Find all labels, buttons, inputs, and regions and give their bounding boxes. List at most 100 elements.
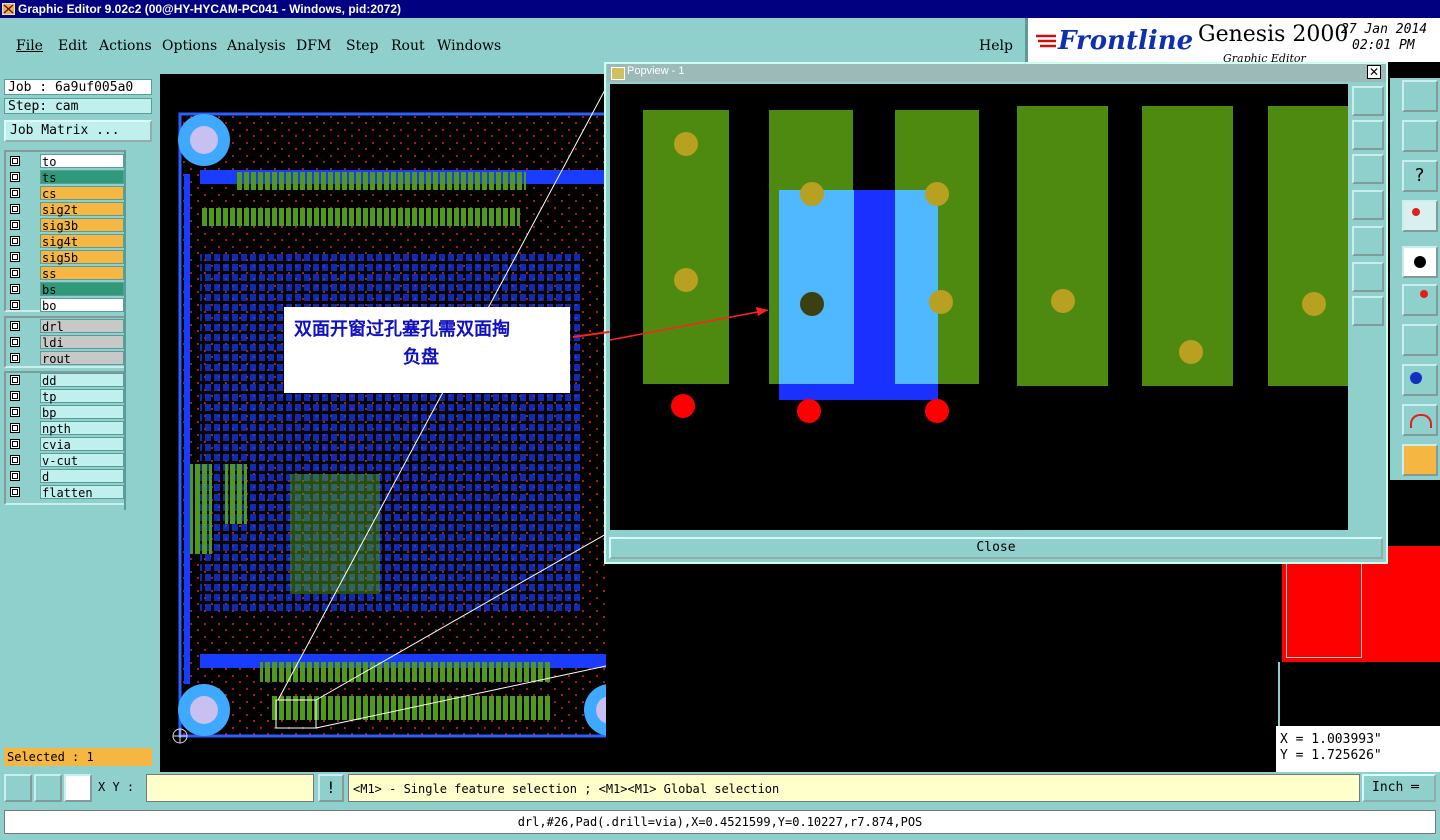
layer-row-sig5b[interactable]: sig5b	[8, 250, 124, 265]
layer-checkbox[interactable]	[10, 353, 20, 363]
popview-pan-right-icon[interactable]	[1352, 226, 1384, 256]
layer-checkbox[interactable]	[10, 172, 20, 182]
layer-checkbox[interactable]	[10, 188, 20, 198]
tool-select-icon[interactable]	[1402, 444, 1438, 476]
layer-checkbox[interactable]	[10, 220, 20, 230]
layer-row-cs[interactable]: cs	[8, 186, 124, 201]
annotation-box: 双面开窗过孔塞孔需双面掏 负盘	[284, 307, 570, 393]
layer-name: rout	[40, 351, 124, 366]
layer-checkbox[interactable]	[10, 423, 20, 433]
menu-analysis[interactable]: Analysis	[227, 38, 286, 54]
layer-row-sig2t[interactable]: sig2t	[8, 202, 124, 217]
layer-row-sig4t[interactable]: sig4t	[8, 234, 124, 249]
menu-rout[interactable]: Rout	[391, 38, 425, 54]
layer-row-tp[interactable]: tp	[8, 389, 124, 404]
tool-query-icon[interactable]: ?	[1402, 160, 1438, 192]
zoom-window-icon[interactable]	[4, 774, 32, 802]
tool-move-icon[interactable]	[1402, 284, 1438, 316]
layer-checkbox[interactable]	[10, 252, 20, 262]
layer-name: ss	[40, 266, 124, 281]
menu-edit[interactable]: Edit	[58, 38, 87, 54]
layer-checkbox[interactable]	[10, 300, 20, 310]
popview-title-bar: Popview - 1 ✕	[607, 64, 1386, 82]
layer-row-sig3b[interactable]: sig3b	[8, 218, 124, 233]
tool-shapes-icon[interactable]	[1402, 364, 1438, 396]
layer-name: sig5b	[40, 250, 124, 265]
tool-measure-icon[interactable]	[1402, 200, 1438, 232]
layer-row-to[interactable]: to	[8, 154, 124, 169]
tool-snap-icon[interactable]	[1402, 120, 1438, 152]
popview-pan-up-icon[interactable]	[1352, 120, 1384, 150]
layer-name: tp	[40, 389, 124, 404]
coord-y: Y = 1.725626"	[1280, 748, 1382, 763]
layer-checkbox[interactable]	[10, 487, 20, 497]
layer-row-ts[interactable]: ts	[8, 170, 124, 185]
menu-actions[interactable]: Actions	[99, 38, 152, 54]
layer-scrollbar[interactable]	[124, 150, 156, 510]
popview-zoom-in-icon[interactable]	[1352, 86, 1384, 116]
tool-fit-window-icon[interactable]	[1402, 80, 1438, 112]
layer-row-npth[interactable]: npth	[8, 421, 124, 436]
coordinate-readout: X = 1.003993" Y = 1.725626"	[1276, 726, 1440, 772]
layer-checkbox[interactable]	[10, 156, 20, 166]
layer-checkbox[interactable]	[10, 321, 20, 331]
menu-step[interactable]: Step	[346, 38, 378, 54]
graphic-canvas[interactable]	[160, 74, 640, 772]
layer-row-bp[interactable]: bp	[8, 405, 124, 420]
popview-canvas[interactable]	[609, 84, 1348, 530]
measure-icon[interactable]	[34, 774, 62, 802]
layer-checkbox[interactable]	[10, 268, 20, 278]
menu-options[interactable]: Options	[162, 38, 217, 54]
layer-row-bo[interactable]: bo	[8, 298, 124, 313]
popview-app-icon	[611, 67, 625, 80]
menu-file[interactable]: File	[16, 38, 43, 54]
layer-checkbox[interactable]	[10, 284, 20, 294]
layer-name: bo	[40, 298, 124, 313]
layer-row-rout[interactable]: rout	[8, 351, 124, 366]
layer-row-drl[interactable]: drl	[8, 319, 124, 334]
layer-checkbox[interactable]	[10, 439, 20, 449]
layer-checkbox[interactable]	[10, 337, 20, 347]
annotation-line-1: 双面开窗过孔塞孔需双面掏	[294, 319, 510, 340]
popview-fit-icon[interactable]	[1352, 262, 1384, 292]
units-label: Inch	[1372, 780, 1404, 795]
layer-name: cvia	[40, 437, 124, 452]
layer-row-bs[interactable]: bs	[8, 282, 124, 297]
layer-checkbox[interactable]	[10, 391, 20, 401]
pcb-board-view	[172, 87, 640, 744]
popview-title: Popview - 1	[627, 65, 685, 77]
layer-checkbox[interactable]	[10, 236, 20, 246]
layer-checkbox[interactable]	[10, 471, 20, 481]
units-select[interactable]: Inch ═	[1362, 774, 1436, 802]
layer-row-v-cut[interactable]: v-cut	[8, 453, 124, 468]
layer-row-d[interactable]: d	[8, 469, 124, 484]
popview-pan-left-icon[interactable]	[1352, 190, 1384, 220]
xy-input[interactable]	[146, 774, 314, 802]
frontline-logo-icon	[1036, 34, 1056, 48]
popview-pan-down-icon[interactable]	[1352, 154, 1384, 184]
popview-center-icon[interactable]	[1352, 296, 1384, 326]
layer-row-ldi[interactable]: ldi	[8, 335, 124, 350]
layer-checkbox[interactable]	[10, 407, 20, 417]
tool-split-icon[interactable]	[1402, 324, 1438, 356]
menu-help[interactable]: Help	[979, 38, 1013, 54]
popview-close-button[interactable]: Close	[609, 537, 1383, 559]
left-panel: Job : 6a9uf005a0 Step: cam Job Matrix ..…	[0, 74, 160, 772]
menu-windows[interactable]: Windows	[437, 38, 501, 54]
layer-row-flatten[interactable]: flatten	[8, 485, 124, 500]
layer-row-cvia[interactable]: cvia	[8, 437, 124, 452]
tool-arc-icon[interactable]	[1402, 404, 1438, 436]
menu-dfm[interactable]: DFM	[296, 38, 331, 54]
exclaim-icon[interactable]: !	[318, 774, 344, 802]
grid-icon[interactable]	[64, 774, 92, 802]
layer-checkbox[interactable]	[10, 455, 20, 465]
layer-checkbox[interactable]	[10, 375, 20, 385]
layer-name: to	[40, 154, 124, 169]
job-matrix-button[interactable]: Job Matrix ...	[4, 120, 152, 142]
layer-row-ss[interactable]: ss	[8, 266, 124, 281]
layer-checkbox[interactable]	[10, 204, 20, 214]
layer-name: drl	[40, 319, 124, 334]
layer-row-dd[interactable]: dd	[8, 373, 124, 388]
tool-pad-icon[interactable]	[1402, 246, 1438, 278]
popview-close-icon[interactable]: ✕	[1367, 65, 1381, 79]
